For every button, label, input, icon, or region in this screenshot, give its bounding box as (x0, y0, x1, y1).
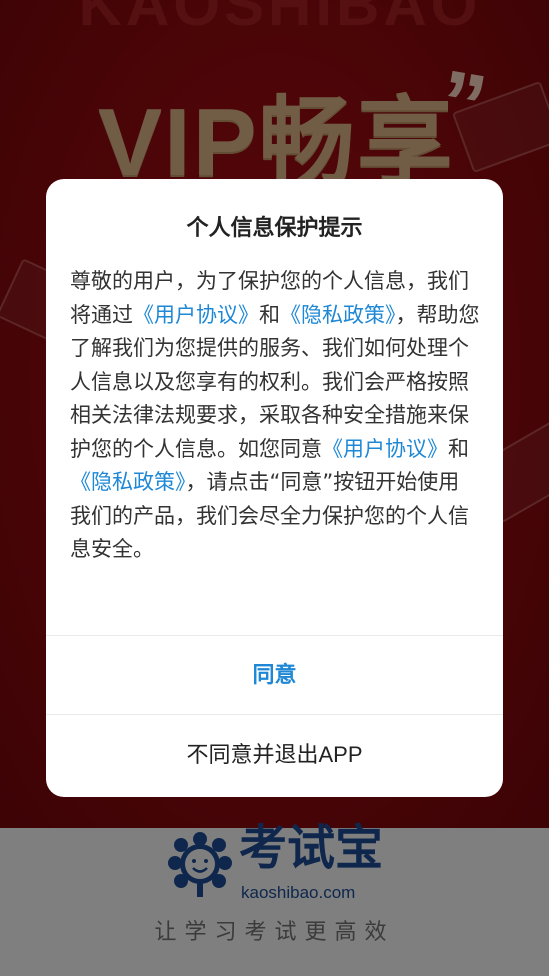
divider (46, 714, 503, 715)
disagree-exit-button[interactable]: 不同意并退出APP (46, 716, 503, 794)
dialog-title: 个人信息保护提示 (186, 216, 363, 241)
agree-button[interactable]: 同意 (46, 636, 503, 714)
user-agreement-link[interactable]: 《用户协议》 (133, 303, 259, 327)
privacy-policy-link[interactable]: 《隐私政策》 (280, 303, 396, 327)
body-text: 和 (448, 436, 469, 461)
privacy-policy-link[interactable]: 《隐私政策》 (70, 470, 186, 494)
body-text: 和 (259, 302, 280, 327)
dialog-body: 尊敬的用户，为了保护您的个人信息，我们将通过《用户协议》和《隐私政策》，帮助您了… (70, 265, 480, 567)
privacy-dialog: 个人信息保护提示 尊敬的用户，为了保护您的个人信息，我们将通过《用户协议》和《隐… (46, 179, 503, 797)
user-agreement-link[interactable]: 《用户协议》 (322, 437, 448, 461)
